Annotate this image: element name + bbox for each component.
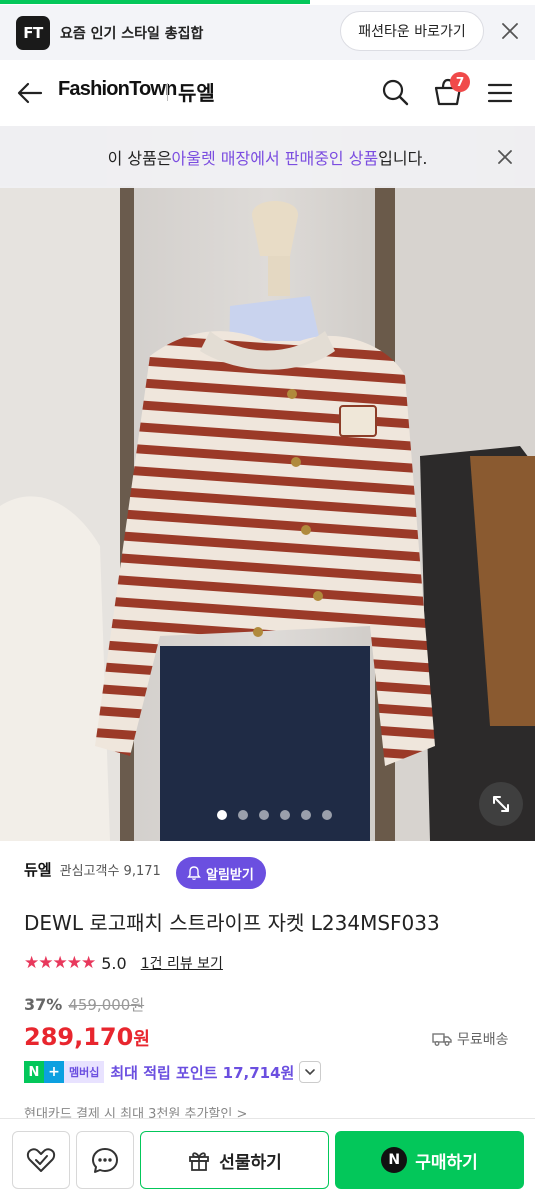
product-brand-link[interactable]: 듀엘 — [24, 859, 52, 880]
price-unit: 원 — [133, 1029, 150, 1050]
star-icon: ★ — [38, 953, 53, 973]
outlet-notice-prefix: 이 상품은 — [107, 149, 172, 168]
star-icon: ★ — [52, 953, 68, 973]
logo-divider — [167, 83, 168, 101]
carousel-dot[interactable] — [322, 810, 332, 820]
rating-value: 5.0 — [101, 953, 127, 973]
max-points: 최대 적립 포인트 17,714원 — [110, 1063, 295, 1082]
promo-text: 요즘 인기 스타일 총집합 — [60, 25, 204, 42]
product-title: DEWL 로고패치 스트라이프 자켓 L234MSF033 — [24, 911, 440, 935]
fashiontown-logo[interactable]: FashionTown — [58, 78, 177, 101]
expand-icon — [493, 796, 509, 812]
interest-count: 관심고객수 9,171 — [59, 864, 161, 879]
talk-button[interactable] — [76, 1131, 134, 1189]
plus-badge: + — [44, 1061, 64, 1083]
purchase-action-bar: 선물하기 N 구매하기 — [0, 1118, 535, 1200]
sale-price: 289,170원 — [24, 1023, 150, 1051]
hamburger-menu-icon[interactable] — [486, 79, 514, 107]
buy-button[interactable]: N 구매하기 — [335, 1131, 524, 1189]
points-expand-button[interactable] — [299, 1061, 322, 1083]
outlet-notice-suffix: 입니다. — [378, 149, 428, 168]
sale-price-value: 289,170 — [24, 1023, 134, 1051]
gift-icon — [189, 1152, 210, 1171]
gift-label: 선물하기 — [219, 1152, 282, 1173]
shipping-info: 무료배송 — [432, 1029, 509, 1049]
outlet-notice-highlight: 아울렛 매장에서 판매중인 상품 — [171, 149, 379, 168]
cart-count-badge: 7 — [450, 72, 470, 92]
alarm-label: 알림받기 — [206, 867, 254, 883]
notification-subscribe-button[interactable]: 알림받기 — [176, 857, 266, 889]
close-icon[interactable] — [494, 146, 516, 168]
outlet-notice-banner: 이 상품은 아울렛 매장에서 판매중인 상품 입니다. — [0, 126, 535, 188]
expand-image-button[interactable] — [479, 782, 523, 826]
app-promo-bar: FT 요즘 인기 스타일 총집합 패션타운 바로가기 — [0, 5, 535, 60]
points-row[interactable]: N + 멤버십 최대 적립 포인트 17,714원 — [24, 1061, 322, 1083]
carousel-dot[interactable] — [280, 810, 290, 820]
bell-plus-icon — [187, 866, 201, 880]
gift-button[interactable]: 선물하기 — [140, 1131, 329, 1189]
close-icon[interactable] — [498, 19, 522, 43]
chat-bubble-icon — [92, 1148, 118, 1173]
open-fashiontown-button[interactable]: 패션타운 바로가기 — [340, 11, 484, 51]
search-icon[interactable] — [380, 77, 410, 107]
carousel-dot[interactable] — [301, 810, 311, 820]
top-nav: FashionTown 듀엘 7 — [0, 60, 535, 126]
naverpay-icon: N — [381, 1147, 408, 1173]
review-link[interactable]: 1건 리뷰 보기 — [141, 953, 223, 973]
wishlist-button[interactable] — [12, 1131, 70, 1189]
discount-row: 37% 459,000원 — [24, 994, 144, 1015]
membership-badge: 멤버십 — [64, 1061, 105, 1083]
product-photo — [0, 126, 535, 841]
back-arrow-icon[interactable] — [16, 79, 44, 107]
product-image-gallery[interactable] — [0, 126, 535, 841]
rating-row: ★ ★ ★ ★ ★ 5.0 1건 리뷰 보기 — [24, 953, 223, 973]
discount-rate: 37% — [24, 995, 63, 1014]
star-icon: ★ — [24, 953, 39, 973]
carousel-indicator — [0, 810, 535, 820]
original-price: 459,000원 — [68, 996, 145, 1014]
star-icon: ★ — [81, 953, 96, 973]
carousel-dot[interactable] — [259, 810, 269, 820]
heart-check-icon — [26, 1148, 56, 1172]
chevron-down-icon — [305, 1069, 316, 1076]
fashiontown-app-logo: FT — [16, 15, 50, 50]
brand-store-link[interactable]: 듀엘 — [178, 77, 215, 106]
naver-membership-badge: N + 멤버십 — [24, 1061, 105, 1083]
carousel-dot[interactable] — [217, 810, 227, 820]
brand-row: 듀엘 관심고객수 9,171 — [24, 859, 161, 880]
carousel-dot[interactable] — [238, 810, 248, 820]
delivery-truck-icon — [432, 1033, 452, 1046]
star-icon: ★ — [66, 953, 82, 973]
shipping-label: 무료배송 — [457, 1032, 509, 1048]
buy-label: 구매하기 — [415, 1152, 478, 1173]
naver-n-badge: N — [24, 1061, 44, 1083]
